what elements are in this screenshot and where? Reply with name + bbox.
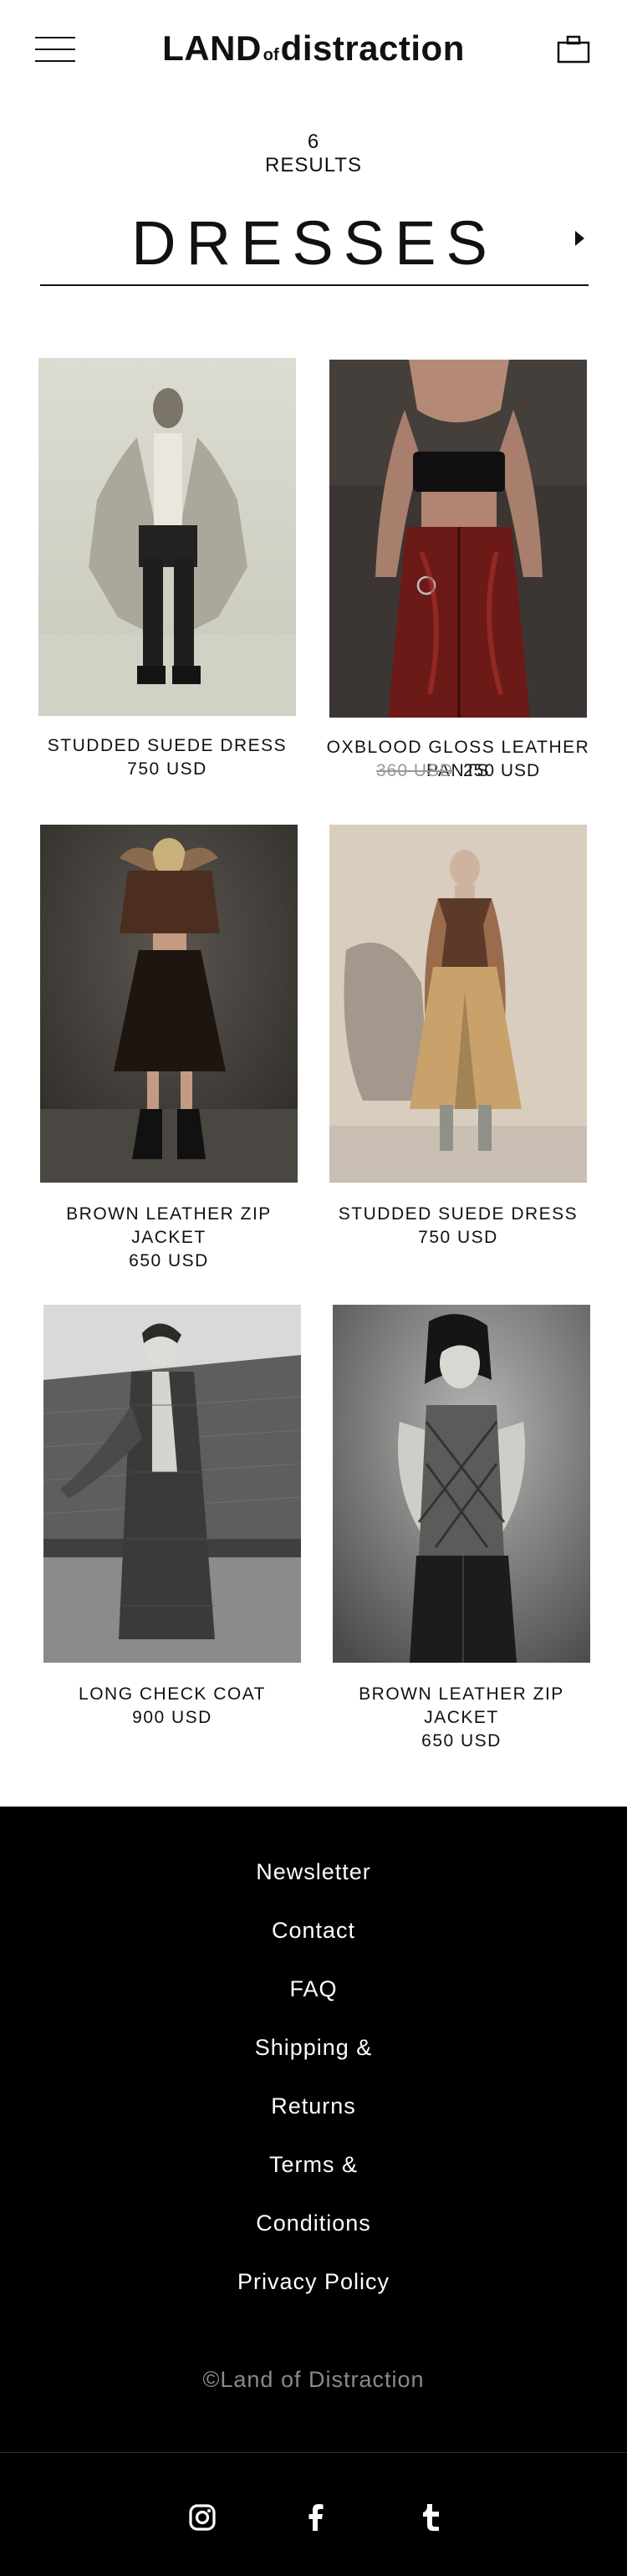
tumblr-icon-graphic: [423, 2504, 439, 2531]
footer-link-faq[interactable]: FAQ: [0, 1975, 627, 2002]
site-logo[interactable]: LAND ofdistraction: [0, 28, 627, 69]
product-name-line: BROWN LEATHER ZIP: [66, 1204, 272, 1224]
product-name-line: JACKET: [131, 1228, 206, 1247]
product-card[interactable]: STUDDED SUEDE DRESS 750 USD: [329, 825, 587, 1260]
product-name[interactable]: LONG CHECK COAT: [38, 1683, 306, 1706]
footer-link-newsletter[interactable]: Newsletter: [0, 1858, 627, 1885]
footer-link-contact[interactable]: Contact: [0, 1917, 627, 1944]
logo-tail: distraction: [280, 28, 465, 68]
product-name-line: BROWN LEATHER ZIP: [359, 1684, 564, 1704]
shopping-bag-icon[interactable]: [557, 35, 590, 64]
product-name[interactable]: STUDDED SUEDE DRESS: [33, 734, 301, 758]
product-card[interactable]: BROWN LEATHER ZIP JACKET 650 USD: [333, 1305, 590, 1773]
footer-link-terms[interactable]: Terms &: [0, 2151, 627, 2178]
product-image[interactable]: [333, 1305, 590, 1663]
product-photo: [40, 825, 298, 1183]
copyright-text: ©Land of Distraction: [202, 2367, 425, 2392]
sale-price: 250 USD: [463, 761, 541, 780]
facebook-icon[interactable]: [299, 2501, 333, 2534]
tumblr-icon[interactable]: [415, 2501, 448, 2534]
page-title: DRESSES: [131, 208, 497, 278]
product-price: 650 USD: [129, 1251, 209, 1270]
facebook-icon-graphic: [308, 2504, 324, 2531]
product-name[interactable]: BROWN LEATHER ZIP JACKET: [35, 1203, 303, 1250]
footer-link-privacy-policy[interactable]: Privacy Policy: [0, 2268, 627, 2295]
footer-divider: [0, 2452, 627, 2453]
instagram-icon[interactable]: [186, 2501, 219, 2534]
results-label: RESULTS: [265, 154, 362, 176]
footer-link-shipping[interactable]: Shipping &: [0, 2034, 627, 2061]
instagram-icon-graphic: [189, 2504, 216, 2531]
product-card[interactable]: LONG CHECK COAT 900 USD: [43, 1305, 301, 1740]
product-price: 900 USD: [132, 1708, 212, 1727]
product-photo: [333, 1305, 590, 1663]
logo-main: LAND: [162, 28, 262, 68]
results-number: 6: [307, 130, 320, 153]
product-price: 750 USD: [127, 759, 207, 779]
footer-link-returns[interactable]: Returns: [0, 2093, 627, 2119]
original-price: 360 USD: [376, 761, 454, 780]
product-name[interactable]: BROWN LEATHER ZIP JACKET: [328, 1683, 595, 1730]
logo-small: of: [263, 46, 279, 64]
product-photo: [329, 360, 587, 718]
product-photo: [43, 1305, 301, 1663]
site-header: LAND ofdistraction: [0, 0, 627, 100]
product-card[interactable]: BROWN LEATHER ZIP JACKET 650 USD: [40, 825, 298, 1293]
product-card[interactable]: STUDDED SUEDE DRESS 750 USD: [38, 358, 296, 793]
product-photo: [38, 358, 296, 716]
product-image[interactable]: [329, 825, 587, 1183]
product-image[interactable]: [329, 360, 587, 718]
product-price-row: 360 USD 250 USD: [324, 759, 592, 783]
shopping-bag-icon-graphic: [557, 35, 590, 64]
footer-link-conditions[interactable]: Conditions: [0, 2210, 627, 2236]
product-image[interactable]: [38, 358, 296, 716]
product-photo: [329, 825, 587, 1183]
product-price: 650 USD: [421, 1731, 502, 1751]
category-title-row: DRESSES: [40, 197, 589, 286]
product-price: 750 USD: [418, 1228, 498, 1247]
product-image[interactable]: [43, 1305, 301, 1663]
results-count: 6 RESULTS: [0, 130, 627, 177]
site-footer: Newsletter Contact FAQ Shipping & Return…: [0, 1807, 627, 2576]
product-card[interactable]: OXBLOOD GLOSS LEATHER PANTS 360 USD 250 …: [327, 360, 589, 795]
product-image[interactable]: [40, 825, 298, 1183]
product-name[interactable]: STUDDED SUEDE DRESS: [324, 1203, 592, 1226]
product-name-line: JACKET: [424, 1708, 499, 1727]
caret-right-icon[interactable]: [575, 231, 584, 246]
